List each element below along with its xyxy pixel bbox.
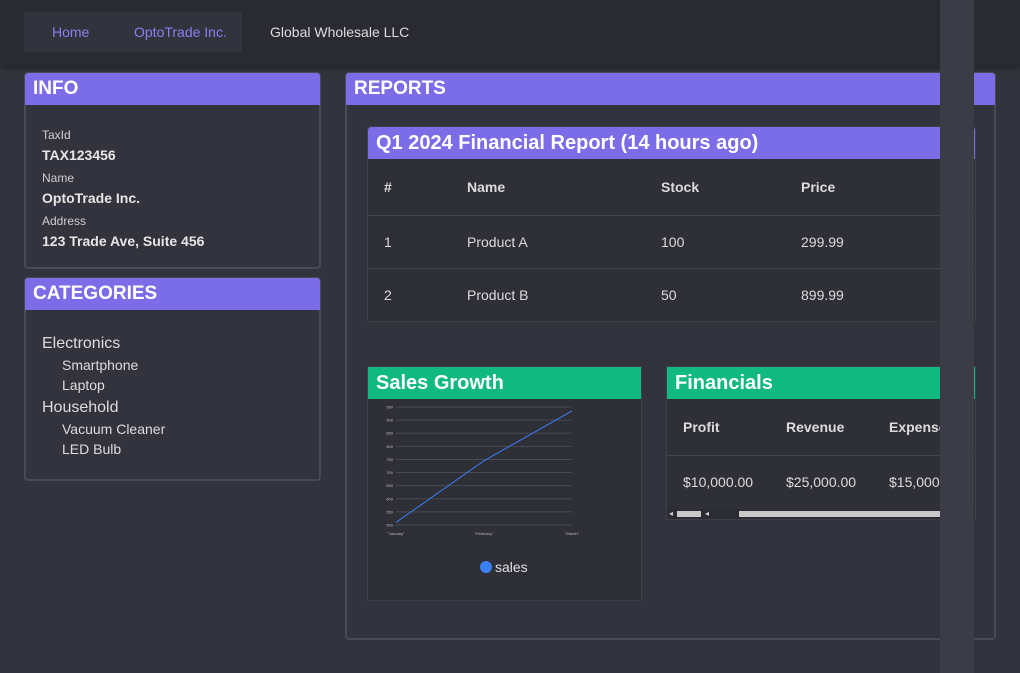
reports-panel-title: REPORTS — [346, 73, 995, 105]
category-group[interactable]: Household — [42, 397, 165, 419]
name-value: OptoTrade Inc. — [42, 190, 141, 206]
table-cell: $25,000.00 — [770, 454, 873, 508]
taxid-value: TAX123456 — [42, 147, 116, 163]
series-line-sales — [395, 410, 573, 523]
legend-label: sales — [495, 559, 528, 575]
report-card: Q1 2024 Financial Report (14 hours ago) … — [367, 126, 976, 322]
scroll-left-arrow-icon[interactable]: ◂ — [705, 509, 709, 519]
report-title: Q1 2024 Financial Report (14 hours ago) — [368, 127, 975, 159]
y-tick-label: 800 — [386, 444, 393, 449]
y-tick-label: 600 — [386, 496, 393, 501]
vertical-scrollbar[interactable] — [940, 0, 974, 673]
scrollbar-thumb[interactable] — [739, 511, 963, 517]
table-cell: 100 — [645, 214, 785, 268]
y-tick-label: 750 — [386, 457, 393, 462]
categories-panel: CATEGORIES Electronics Smartphone Laptop… — [24, 277, 321, 481]
name-label: Name — [42, 171, 75, 185]
reports-panel: REPORTS Q1 2024 Financial Report (14 hou… — [345, 72, 996, 640]
x-tick-label: "February" — [475, 531, 494, 536]
report-table: # Name Stock Price 1 Product A 100 299.9… — [368, 159, 975, 321]
category-group[interactable]: Electronics — [42, 333, 165, 355]
legend-swatch — [480, 561, 492, 573]
category-item[interactable]: LED Bulb — [42, 439, 165, 459]
column-header: Stock — [661, 178, 700, 195]
address-label: Address — [42, 214, 87, 228]
column-header: Revenue — [786, 418, 845, 435]
info-list: TaxId TAX123456 Name OptoTrade Inc. Addr… — [42, 126, 204, 255]
y-tick-label: 700 — [386, 470, 393, 475]
scroll-left-arrow-icon[interactable]: ◂ — [669, 509, 673, 519]
table-row[interactable]: 2 Product B 50 899.99 — [368, 267, 975, 321]
sales-growth-title: Sales Growth — [368, 367, 641, 399]
column-header: Profit — [683, 418, 720, 435]
nav-other-company-link[interactable]: Global Wholesale LLC — [270, 12, 409, 52]
financials-table: Profit Revenue Expenses $10,000.00 $25,0… — [667, 399, 975, 508]
horizontal-scrollbar[interactable]: ◂ ◂ ▸ — [667, 509, 975, 519]
sales-line-chart: 500 550 600 650 700 750 800 850 900 950 "January" "… — [386, 405, 580, 537]
categories-panel-title: CATEGORIES — [25, 278, 320, 310]
table-header-row: Profit Revenue Expenses — [667, 399, 975, 455]
info-panel-title: INFO — [25, 73, 320, 105]
financials-title: Financials — [667, 367, 975, 399]
y-tick-label: 550 — [386, 509, 393, 514]
table-cell: $10,000.00 — [667, 454, 770, 508]
top-navbar: Home OptoTrade Inc. Global Wholesale LLC — [0, 0, 1020, 66]
y-tick-label: 500 — [386, 523, 393, 528]
x-tick-label: "January" — [387, 531, 405, 536]
nav-home-link[interactable]: Home — [52, 12, 89, 52]
taxid-label: TaxId — [42, 128, 71, 142]
y-tick-label: 650 — [386, 483, 393, 488]
table-cell: 50 — [645, 267, 785, 321]
financials-card: Financials Profit Revenue Expenses $10,0… — [666, 366, 976, 520]
table-cell: 1 — [368, 214, 451, 268]
sales-growth-card: Sales Growth 500 550 600 650 700 750 800 850 900… — [367, 366, 642, 601]
column-header: # — [384, 178, 392, 195]
y-tick-label: 850 — [386, 431, 393, 436]
x-tick-label: "March" — [565, 531, 580, 536]
table-cell: Product B — [451, 267, 645, 321]
category-item[interactable]: Laptop — [42, 375, 165, 395]
y-tick-label: 950 — [386, 405, 393, 410]
category-item[interactable]: Vacuum Cleaner — [42, 419, 165, 439]
chart-legend[interactable]: sales — [480, 559, 528, 575]
nav-company-link[interactable]: OptoTrade Inc. — [134, 12, 227, 52]
table-header-row: # Name Stock Price — [368, 159, 975, 215]
category-item[interactable]: Smartphone — [42, 355, 165, 375]
table-cell: 2 — [368, 267, 451, 321]
info-panel: INFO TaxId TAX123456 Name OptoTrade Inc.… — [24, 72, 321, 269]
table-row[interactable]: 1 Product A 100 299.99 — [368, 214, 975, 268]
column-header: Name — [467, 178, 506, 195]
table-cell: Product A — [451, 214, 645, 268]
scrollbar-thumb[interactable] — [677, 511, 701, 517]
y-tick-label: 900 — [386, 418, 393, 423]
table-row[interactable]: $10,000.00 $25,000.00 $15,000.00 — [667, 454, 975, 508]
address-value: 123 Trade Ave, Suite 456 — [42, 233, 205, 249]
category-tree: Electronics Smartphone Laptop Household … — [42, 331, 165, 459]
